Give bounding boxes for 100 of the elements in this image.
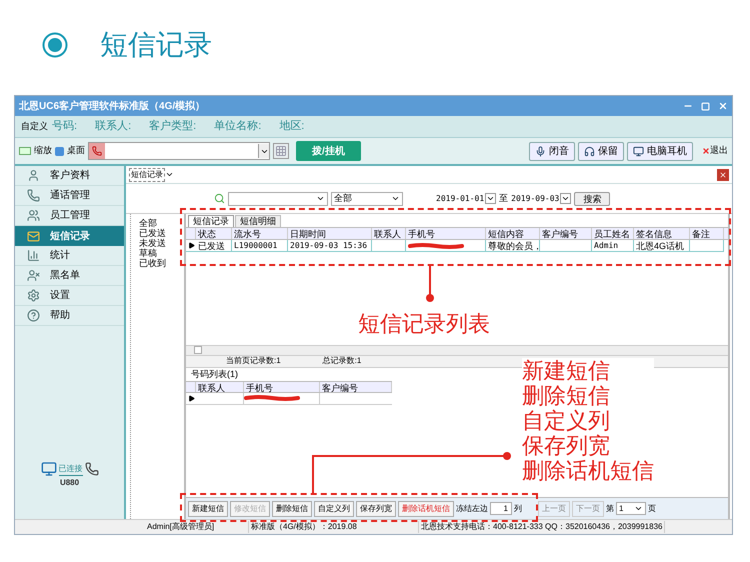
total-record-count: 总记录数:1: [322, 355, 362, 367]
sidebar-item[interactable]: 帮助: [15, 306, 124, 326]
sidebar-icon: [27, 169, 40, 182]
table-cell: 尊敬的会员，: [488, 240, 542, 252]
panel-tab[interactable]: 短信记录: [188, 215, 234, 227]
page-dropdown[interactable]: 1: [616, 502, 646, 515]
tree-item[interactable]: 未发送: [139, 238, 184, 248]
status-text: 北恩技术支持电话：400-8121-333 QQ：3520160436，2039991836: [419, 521, 666, 533]
device-icon: [633, 146, 644, 156]
close-tab-button[interactable]: [717, 168, 729, 180]
exit-button[interactable]: 退出: [702, 144, 728, 158]
close-icon[interactable]: [718, 101, 728, 111]
keypad-icon[interactable]: [275, 145, 287, 157]
toolbar-button[interactable]: 保留: [578, 142, 624, 160]
date-from-field[interactable]: 2019-01-01: [436, 192, 496, 206]
search-label: 单位名称:: [214, 119, 262, 134]
zoom-icon: [19, 147, 31, 155]
freeze-unit: 列: [514, 502, 522, 514]
close-icon: [719, 170, 727, 178]
table-cell: Admin: [594, 240, 618, 252]
column-header[interactable]: 流水号: [232, 228, 288, 239]
zoom-toggle[interactable]: 缩放: [34, 144, 52, 158]
sidebar-item[interactable]: 通话管理: [15, 186, 124, 206]
caret-icon: [391, 194, 400, 203]
sidebar-icon: [27, 309, 40, 322]
caret-icon: [561, 194, 570, 203]
number-list-title: 号码列表(1): [191, 368, 238, 380]
toolbar-button[interactable]: 闭音: [529, 142, 575, 160]
action-button[interactable]: 保存列宽: [356, 500, 396, 516]
status-text: Admin[高级管理员]: [145, 521, 249, 533]
caret-icon: [316, 194, 325, 203]
date-separator: 至: [499, 192, 508, 205]
action-button[interactable]: 删除短信: [272, 500, 312, 516]
action-button[interactable]: 删除话机短信: [398, 500, 454, 516]
column-header[interactable]: 状态: [196, 228, 232, 239]
maximize-icon[interactable]: [701, 102, 710, 110]
page-title: 短信记录: [100, 28, 212, 62]
column-header[interactable]: 签名信息: [634, 228, 690, 239]
freeze-label: 冻结左边: [456, 502, 488, 514]
date-to-field[interactable]: 2019-09-03: [511, 192, 572, 206]
sidebar-item[interactable]: 设置: [15, 286, 124, 306]
freeze-spinner[interactable]: 1: [490, 502, 512, 515]
page-record-count: 当前页记录数:1: [226, 355, 281, 367]
tree-item[interactable]: 全部: [139, 218, 184, 228]
document-tab[interactable]: 短信记录: [129, 168, 165, 182]
sidebar-item[interactable]: 黑名单: [15, 266, 124, 286]
type-dropdown[interactable]: 全部: [331, 192, 403, 206]
custom-label[interactable]: 自定义: [21, 120, 48, 134]
action-button[interactable]: 自定义列: [314, 500, 354, 516]
tree-item[interactable]: 草稿: [139, 248, 184, 258]
table-row[interactable]: [186, 392, 392, 404]
tab-menu-icon: [165, 170, 174, 179]
annotation-label: 新建短信: [522, 358, 654, 383]
sidebar-item[interactable]: 统计: [15, 246, 124, 266]
column-header[interactable]: 员工姓名: [592, 228, 634, 239]
column-header[interactable]: 短信内容: [486, 228, 540, 239]
phone-number-field[interactable]: [88, 142, 270, 160]
column-header[interactable]: 客户编号: [540, 228, 592, 239]
table-cell: 2019-09-03 15:36: [290, 240, 368, 252]
search-label: 客户类型:: [149, 118, 196, 134]
connection-status: 已连接: [58, 462, 82, 476]
column-header[interactable]: 日期时间: [288, 228, 372, 239]
table-row[interactable]: 已发送 L19000001 2019-09-03 15:36 尊敬的会员， Admin 北恩4G话机: [186, 240, 724, 252]
caret-icon: [634, 504, 643, 513]
sidebar-icon: [27, 209, 40, 222]
tree-item[interactable]: 已发送: [139, 228, 184, 238]
row-pointer-icon: [188, 242, 194, 249]
column-header[interactable]: 联系人: [196, 382, 244, 392]
toolbar-button[interactable]: 电脑耳机: [627, 142, 693, 160]
table-cell: L19000001: [234, 240, 278, 252]
column-header[interactable]: 手机号: [244, 382, 320, 392]
search-button[interactable]: 搜索: [574, 192, 610, 206]
sidebar-item[interactable]: 客户资料: [15, 166, 124, 186]
computer-icon: [40, 461, 56, 477]
desktop-toggle[interactable]: 桌面: [67, 144, 85, 158]
column-header[interactable]: 备注: [690, 228, 724, 239]
caret-icon: [486, 194, 496, 203]
close-icon: [702, 147, 710, 155]
sidebar-icon: [27, 269, 40, 282]
panel-tab[interactable]: 短信明细: [235, 215, 281, 227]
keyword-dropdown[interactable]: [228, 192, 328, 206]
sidebar-icon: [27, 189, 40, 202]
search-label: 地区:: [279, 119, 304, 134]
horizontal-scrollbar[interactable]: [186, 344, 728, 356]
leader-line: [425, 266, 435, 304]
column-header[interactable]: 客户编号: [320, 382, 392, 392]
search-label: 号码:: [52, 119, 78, 134]
sidebar-item[interactable]: 短信记录: [15, 226, 124, 246]
row-pointer-icon: [188, 394, 194, 402]
search-icon: [214, 193, 225, 204]
column-header[interactable]: 手机号: [406, 228, 486, 239]
table-cell: 北恩4G话机: [636, 240, 684, 252]
bullet-icon: [42, 32, 68, 58]
status-text: 标准版（4G/模拟）：2019.08: [249, 521, 419, 533]
device-icon: [584, 146, 595, 156]
desk-phone-icon: [84, 462, 98, 476]
action-button[interactable]: 新建短信: [188, 500, 228, 516]
tree-item[interactable]: 已收到: [139, 258, 184, 268]
column-header[interactable]: 联系人: [372, 228, 406, 239]
search-label: 联系人:: [95, 118, 132, 134]
